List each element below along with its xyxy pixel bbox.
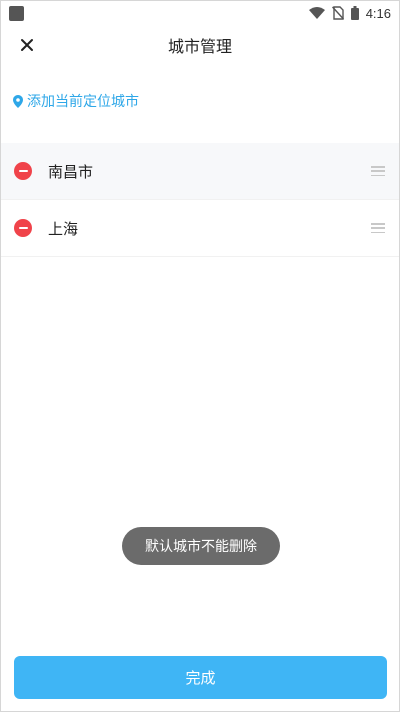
header: 城市管理 xyxy=(1,25,399,65)
drag-handle-icon[interactable] xyxy=(371,223,385,233)
city-row[interactable]: 上海 xyxy=(1,200,399,257)
remove-city-button[interactable] xyxy=(14,162,32,180)
minus-icon xyxy=(18,226,28,230)
status-right-group: 4:16 xyxy=(308,5,391,21)
notification-icon xyxy=(9,5,24,21)
toast-message: 默认城市不能删除 xyxy=(122,527,280,565)
add-current-location-link[interactable]: 添加当前定位城市 xyxy=(13,91,139,111)
done-button[interactable]: 完成 xyxy=(14,656,387,699)
close-button[interactable] xyxy=(15,33,39,57)
city-management-screen: 4:16 城市管理 添加当前定位城市 南昌市 上海 默认城市不能删除 完成 xyxy=(0,0,400,712)
city-name: 南昌市 xyxy=(48,162,94,181)
toast-text: 默认城市不能删除 xyxy=(145,539,257,555)
battery-icon xyxy=(350,6,359,20)
done-button-label: 完成 xyxy=(185,670,216,687)
remove-city-button[interactable] xyxy=(14,219,32,237)
status-time: 4:16 xyxy=(365,5,391,21)
city-row[interactable]: 南昌市 xyxy=(1,143,399,200)
add-current-location-label: 添加当前定位城市 xyxy=(27,94,139,110)
location-pin-icon xyxy=(13,94,23,108)
close-icon xyxy=(21,39,33,51)
city-list: 南昌市 上海 xyxy=(1,143,399,257)
wifi-icon xyxy=(308,7,325,19)
minus-icon xyxy=(18,169,28,173)
no-sim-icon xyxy=(331,6,344,20)
page-title: 城市管理 xyxy=(167,37,232,56)
drag-handle-icon[interactable] xyxy=(371,166,385,176)
status-bar: 4:16 xyxy=(1,1,399,25)
city-name: 上海 xyxy=(48,219,79,238)
